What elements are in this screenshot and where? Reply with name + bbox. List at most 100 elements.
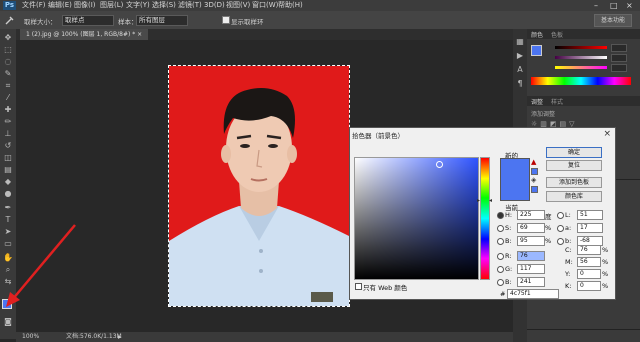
dialog-title: 拾色器（前景色）: [352, 132, 404, 140]
history-panel-icon[interactable]: ▦: [515, 37, 525, 46]
reset-button[interactable]: 复位: [546, 160, 602, 171]
actions-panel-icon[interactable]: ▶: [515, 51, 525, 60]
hue-arrow-right-icon[interactable]: ◂: [489, 197, 492, 204]
add-to-swatches-button[interactable]: 添加到色板: [546, 177, 602, 188]
quick-select-tool-icon[interactable]: ✎: [3, 69, 13, 78]
black-input[interactable]: 0: [577, 281, 601, 291]
web-only-checkbox[interactable]: [355, 283, 362, 290]
brightness-input[interactable]: 95: [517, 236, 545, 246]
maximize-button[interactable]: □: [610, 1, 618, 10]
blue-radio[interactable]: [497, 279, 504, 286]
cyan-input[interactable]: 76: [577, 245, 601, 255]
saturation-radio[interactable]: [497, 225, 504, 232]
hue-input[interactable]: 225: [517, 210, 545, 220]
zoom-level[interactable]: 100%: [22, 332, 39, 342]
hue-arrow-left-icon[interactable]: ▸: [477, 197, 480, 204]
history-brush-tool-icon[interactable]: ↺: [3, 141, 13, 150]
tab-adjust[interactable]: 调整: [531, 97, 543, 106]
move-tool-icon[interactable]: ✥: [3, 33, 13, 42]
panel-foreground-swatch[interactable]: [531, 45, 542, 56]
menu-edit[interactable]: 编辑(E): [48, 1, 72, 10]
dodge-tool-icon[interactable]: ●: [3, 189, 13, 198]
tab-styles[interactable]: 样式: [551, 97, 563, 106]
brightness-radio[interactable]: [497, 238, 504, 245]
pen-tool-icon[interactable]: ✒: [3, 203, 13, 212]
gamut-warning-icon[interactable]: ▲: [531, 158, 536, 166]
workspace-button[interactable]: 基本功能: [594, 14, 632, 27]
sample-size-select[interactable]: 取样点: [62, 15, 114, 26]
blur-tool-icon[interactable]: ◆: [3, 177, 13, 186]
tab-swatches[interactable]: 色板: [551, 30, 563, 39]
adjust-panel-tabs: 调整 样式: [527, 96, 640, 106]
crop-tool-icon[interactable]: ⌗: [3, 81, 13, 90]
red-value[interactable]: [611, 44, 627, 52]
blue-value[interactable]: [611, 64, 627, 72]
l-radio[interactable]: [557, 212, 564, 219]
lasso-tool-icon[interactable]: ◌: [3, 57, 13, 66]
y-unit: %: [602, 270, 609, 278]
color-libraries-button[interactable]: 颜色库: [546, 191, 602, 202]
green-radio[interactable]: [497, 266, 504, 273]
blue-input[interactable]: 241: [517, 277, 545, 287]
green-input[interactable]: 117: [517, 264, 545, 274]
menu-layer[interactable]: 图层(L): [100, 1, 123, 10]
clone-stamp-tool-icon[interactable]: ⊥: [3, 129, 13, 138]
ok-button[interactable]: 确定: [546, 147, 602, 158]
document-tab-bar: 1 (2).jpg @ 100% (图层 1, RGB/8#) * ×: [16, 29, 518, 40]
menu-filter[interactable]: 滤镜(T): [178, 1, 202, 10]
menu-type[interactable]: 文字(Y): [126, 1, 150, 10]
menu-select[interactable]: 选择(S): [152, 1, 176, 10]
paragraph-panel-icon[interactable]: ¶: [515, 79, 525, 88]
marquee-tool-icon[interactable]: ⬚: [3, 45, 13, 54]
color-selector-ring[interactable]: [436, 161, 443, 168]
magenta-input[interactable]: 56: [577, 257, 601, 267]
minimize-button[interactable]: –: [594, 1, 598, 10]
red-input[interactable]: 76: [517, 251, 545, 261]
sample-select[interactable]: 所有图层: [136, 15, 188, 26]
doc-info-menu-icon[interactable]: ▸: [118, 332, 122, 342]
brush-tool-icon[interactable]: ✏: [3, 117, 13, 126]
current-color-swatch[interactable]: [500, 179, 530, 201]
a-label: a:: [565, 224, 572, 232]
hue-slider[interactable]: [480, 157, 490, 280]
character-panel-icon[interactable]: A: [515, 65, 525, 74]
gamut-swatch[interactable]: [531, 168, 538, 175]
h-label: H:: [505, 211, 513, 219]
a-input[interactable]: 17: [577, 223, 603, 233]
red-radio[interactable]: [497, 253, 504, 260]
l-input[interactable]: 51: [577, 210, 603, 220]
red-slider[interactable]: [555, 46, 607, 49]
document-info: 文档:576.0K/1.13M: [66, 333, 122, 340]
gradient-tool-icon[interactable]: ▤: [3, 165, 13, 174]
web-safe-cube-icon[interactable]: ◈: [531, 176, 536, 184]
tab-color[interactable]: 颜色: [531, 30, 543, 39]
menu-help[interactable]: 帮助(H): [278, 1, 303, 10]
saturation-input[interactable]: 69: [517, 223, 545, 233]
yellow-input[interactable]: 0: [577, 269, 601, 279]
hue-radio[interactable]: [497, 212, 504, 219]
document-tab[interactable]: 1 (2).jpg @ 100% (图层 1, RGB/8#) * ×: [20, 29, 149, 40]
menu-window[interactable]: 窗口(W): [252, 1, 278, 10]
options-bar: 取样大小： 取样点 样本： 所有图层 显示取样环 基本功能: [0, 11, 640, 30]
show-ring-checkbox[interactable]: [222, 16, 230, 24]
hex-input[interactable]: 4c75f1: [507, 289, 559, 299]
a-radio[interactable]: [557, 225, 564, 232]
web-safe-swatch[interactable]: [531, 186, 538, 193]
color-ramp[interactable]: [531, 77, 631, 85]
eraser-tool-icon[interactable]: ◫: [3, 153, 13, 162]
menu-3d[interactable]: 3D(D): [204, 1, 225, 10]
green-slider[interactable]: [555, 56, 607, 59]
lab-b-radio[interactable]: [557, 238, 564, 245]
blue-slider[interactable]: [555, 66, 607, 69]
menu-file[interactable]: 文件(F): [22, 1, 46, 10]
close-button[interactable]: ×: [626, 1, 633, 10]
menu-view[interactable]: 视图(V): [226, 1, 250, 10]
healing-brush-tool-icon[interactable]: ✚: [3, 105, 13, 114]
green-value[interactable]: [611, 54, 627, 62]
saturation-brightness-field[interactable]: [354, 157, 479, 280]
eyedropper-tool-icon[interactable]: ⁄: [3, 93, 13, 102]
portrait-photo[interactable]: [168, 65, 350, 307]
dialog-close-button[interactable]: ×: [603, 129, 611, 139]
quick-mask-icon[interactable]: ◙: [3, 317, 13, 326]
menu-image[interactable]: 图像(I): [74, 1, 96, 10]
